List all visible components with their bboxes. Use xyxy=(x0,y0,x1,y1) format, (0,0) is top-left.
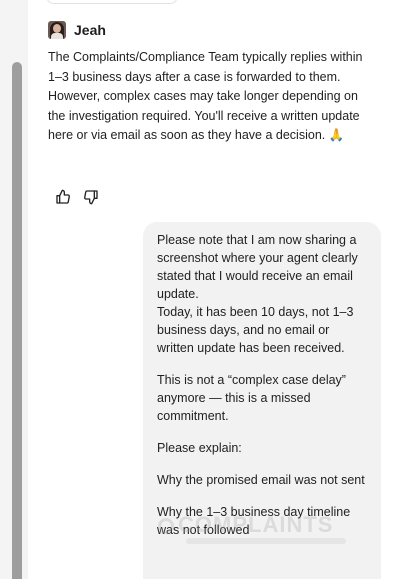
previous-message-edge xyxy=(46,0,178,4)
watermark-subline xyxy=(186,538,346,544)
agent-header: Jeah xyxy=(48,20,106,40)
agent-name: Jeah xyxy=(74,22,106,38)
user-message-paragraph: This is not a “complex case delay” anymo… xyxy=(157,373,346,423)
thumbs-down-icon[interactable] xyxy=(82,188,100,206)
scrollbar-track[interactable] xyxy=(0,0,28,579)
agent-avatar xyxy=(48,21,66,39)
scrollbar-thumb[interactable] xyxy=(12,62,22,579)
agent-message: The Complaints/Compliance Team typically… xyxy=(48,50,363,142)
chat-page: Jeah The Complaints/Compliance Team typi… xyxy=(0,0,403,579)
user-message-paragraph: Please note that I am now sharing a scre… xyxy=(157,233,358,355)
watermark-logo-icon xyxy=(158,518,174,534)
user-message-paragraph: Please explain: xyxy=(157,441,242,455)
message-feedback xyxy=(54,188,100,206)
watermark: COMPLAINTS xyxy=(158,512,333,538)
watermark-text: COMPLAINTS xyxy=(178,512,334,537)
thumbs-up-icon[interactable] xyxy=(54,188,72,206)
user-message-paragraph: Why the promised email was not sent xyxy=(157,473,365,487)
